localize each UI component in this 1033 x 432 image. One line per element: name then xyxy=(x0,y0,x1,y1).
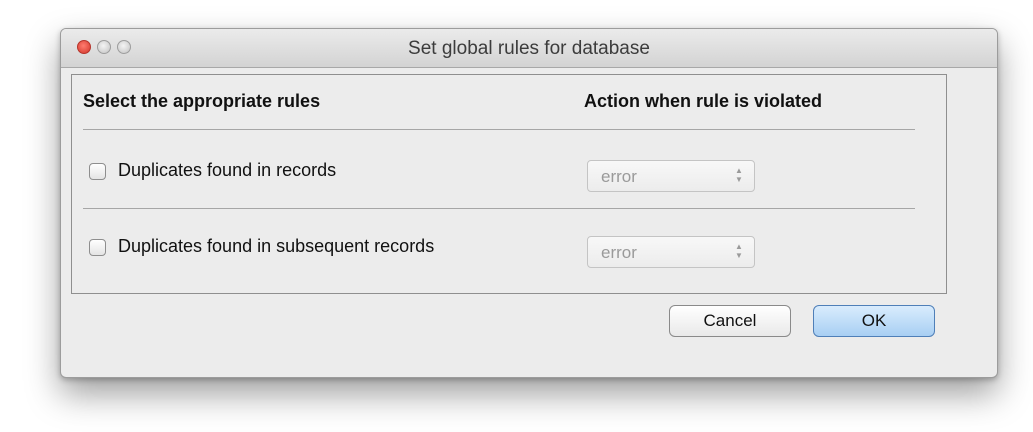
up-down-arrows-icon: ▲ ▼ xyxy=(735,242,743,260)
rule-2-action-select[interactable]: error ▲ ▼ xyxy=(587,236,755,268)
rule-1-label[interactable]: Duplicates found in records xyxy=(118,160,336,181)
row-divider xyxy=(83,208,915,209)
action-column-header: Action when rule is violated xyxy=(584,91,823,111)
rule-2-checkbox[interactable] xyxy=(89,239,106,256)
cancel-button[interactable]: Cancel xyxy=(669,305,791,337)
up-down-arrows-icon: ▲ ▼ xyxy=(735,166,743,184)
rule-2-action-value: error xyxy=(601,243,637,262)
dialog-window: Set global rules for database Select the… xyxy=(60,28,998,378)
window-title: Set global rules for database xyxy=(408,38,650,59)
rules-panel: Select the appropriate rules Action when… xyxy=(71,74,947,294)
rules-column-header: Select the appropriate rules xyxy=(83,91,321,111)
ok-button[interactable]: OK xyxy=(813,305,935,337)
rule-1-checkbox[interactable] xyxy=(89,163,106,180)
title-bar[interactable]: Set global rules for database xyxy=(61,29,997,68)
rule-1-action-value: error xyxy=(601,167,637,186)
header-divider xyxy=(83,129,915,130)
rule-2-label[interactable]: Duplicates found in subsequent records xyxy=(118,236,434,257)
rule-1-action-select[interactable]: error ▲ ▼ xyxy=(587,160,755,192)
